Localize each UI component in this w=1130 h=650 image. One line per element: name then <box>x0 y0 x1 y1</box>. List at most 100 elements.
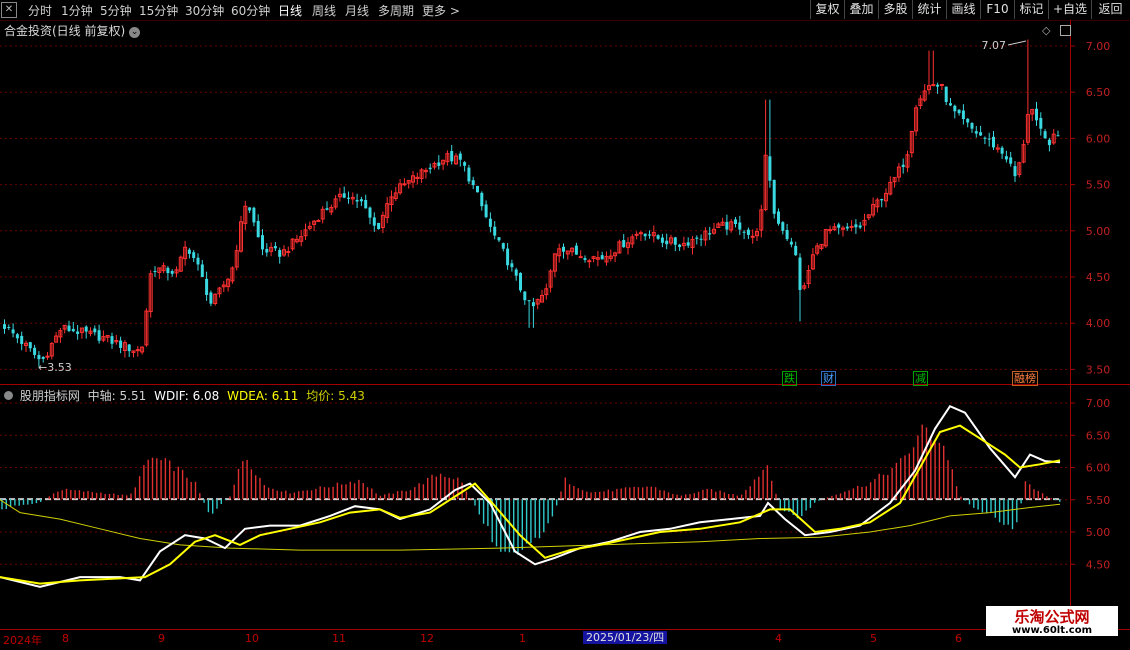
candle-body <box>364 199 368 209</box>
candle-body <box>71 328 75 332</box>
candle-body <box>983 137 987 139</box>
event-tag-die[interactable]: 跌 <box>782 371 797 386</box>
indicator-axis-label: 5.50 <box>1086 494 1111 507</box>
event-tag-jian[interactable]: 减 <box>913 371 928 386</box>
junjia-line <box>0 499 1061 551</box>
candle-body <box>480 192 484 207</box>
candle-body <box>957 109 961 114</box>
candle-body <box>648 234 651 236</box>
candle-body <box>1009 157 1013 164</box>
candle-body <box>750 235 755 238</box>
candle-body <box>777 211 780 224</box>
zhongzhou-value: 5.51 <box>119 389 147 403</box>
candle-body <box>643 233 647 237</box>
candle-body <box>37 354 41 360</box>
candle-body <box>901 164 905 167</box>
candle-body <box>170 270 174 274</box>
candle-body <box>135 349 140 352</box>
candle-body <box>187 249 191 254</box>
candle-body <box>11 329 15 334</box>
candle-body <box>531 302 535 307</box>
candle-body <box>527 300 531 302</box>
candle-body <box>484 204 488 218</box>
candle-body <box>450 150 454 162</box>
candle-body <box>458 153 462 160</box>
candle-body <box>587 260 592 263</box>
diamond-icon[interactable]: ◇ <box>1042 24 1050 37</box>
candle-body <box>854 224 858 228</box>
candle-body <box>248 207 252 211</box>
candle-body <box>939 83 944 86</box>
event-tag-rongbang[interactable]: 融榜 <box>1012 371 1038 386</box>
event-tag-cai[interactable]: 财 <box>821 371 836 386</box>
candle-body <box>377 222 381 230</box>
date-label-nov: 11 <box>332 632 346 645</box>
candle-body <box>437 162 441 166</box>
candle-body <box>880 199 884 201</box>
candle-body <box>772 179 776 214</box>
candle-body <box>471 180 475 186</box>
candle-body <box>966 118 970 123</box>
candle-body <box>738 222 742 230</box>
candle-body <box>970 123 974 129</box>
candle-body <box>497 237 501 241</box>
indicator-axis-label: 6.00 <box>1086 462 1111 475</box>
candle-body <box>33 347 37 355</box>
candle-body <box>979 132 983 136</box>
wdea-value: 6.11 <box>271 389 299 403</box>
candle-body <box>1035 108 1038 121</box>
candle-body <box>742 231 746 233</box>
candle-body <box>463 162 467 166</box>
candle-body <box>1000 147 1004 154</box>
main-axis-label: 7.00 <box>1086 40 1111 53</box>
candle-body <box>600 255 604 260</box>
indicator-axis-label: 4.50 <box>1086 558 1111 571</box>
candle-body <box>205 278 209 295</box>
candle-body <box>858 225 862 228</box>
candle-body <box>699 238 703 240</box>
candle-body <box>1013 166 1017 177</box>
candle-body <box>1047 139 1051 146</box>
candle-body <box>1004 156 1008 160</box>
candle-body <box>949 103 952 106</box>
candle-body <box>622 240 626 248</box>
candle-body <box>725 221 729 230</box>
watermark-logo: 乐淘公式网 www.60lt.com <box>986 606 1118 636</box>
candle-body <box>256 220 260 238</box>
candle-body <box>402 183 407 186</box>
candle-body <box>7 326 11 328</box>
pane-maximize-icon[interactable] <box>1060 25 1071 36</box>
date-axis: 2024年 8 9 10 11 12 1 4 5 6 <box>0 630 1130 650</box>
candle-body <box>153 270 157 272</box>
candle-body <box>93 328 97 333</box>
candle-body <box>278 250 282 257</box>
candle-body <box>166 267 170 274</box>
candle-body <box>519 272 522 291</box>
candle-body <box>678 244 682 248</box>
candle-body <box>372 217 376 226</box>
high-price-label: 7.07 <box>982 39 1007 52</box>
candle-body <box>359 199 363 202</box>
candle-body <box>686 242 690 246</box>
candle-body <box>768 156 772 181</box>
candle-body <box>488 218 492 227</box>
candle-body <box>931 84 936 87</box>
candle-body <box>355 199 359 202</box>
candle-body <box>506 248 510 266</box>
main-axis-label: 5.00 <box>1086 225 1111 238</box>
candle-body <box>325 208 329 210</box>
candle-body <box>261 235 264 250</box>
candle-body <box>1056 135 1060 137</box>
collapse-icon[interactable] <box>4 391 13 400</box>
candle-body <box>837 224 841 228</box>
candle-body <box>84 326 88 332</box>
candle-body <box>660 237 664 243</box>
candle-body <box>316 219 321 222</box>
candle-body <box>944 86 948 103</box>
candle-body <box>28 342 32 349</box>
candle-body <box>849 225 854 228</box>
cursor-date-label: 2025/01/23/四 <box>583 631 668 644</box>
date-label-jun: 6 <box>955 632 962 645</box>
watermark-url: www.60lt.com <box>1011 625 1092 636</box>
candle-body <box>828 229 833 232</box>
